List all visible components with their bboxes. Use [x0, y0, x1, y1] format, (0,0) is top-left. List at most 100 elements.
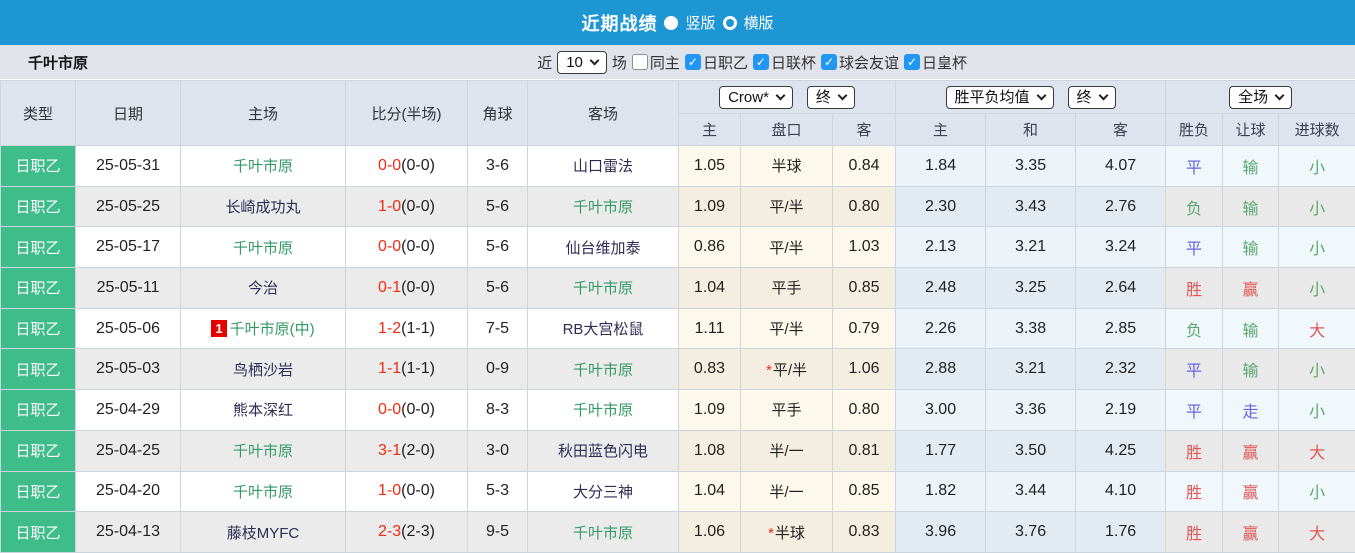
handicap-line-text: 平手 — [771, 402, 801, 419]
league-label-league-cup[interactable]: 日联杯 — [771, 52, 816, 73]
home-team-name[interactable]: 今治 — [248, 280, 278, 297]
landscape-radio[interactable] — [723, 16, 737, 30]
odds-stage-select[interactable]: 终 — [1068, 86, 1116, 109]
match-row: 日职乙25-04-13藤枝MYFC2-3(2-3)9-5千叶市原1.06*半球0… — [1, 512, 1355, 553]
home-team-cell: 千叶市原 — [181, 227, 346, 268]
handicap-away-odds-cell: 1.03 — [833, 227, 896, 268]
league-checkbox-league-cup[interactable] — [753, 54, 769, 70]
league-filter-friendly[interactable]: 球会友谊 — [821, 52, 899, 73]
avg-away-odds-cell: 2.32 — [1076, 349, 1166, 390]
date-cell: 25-05-06 — [76, 308, 181, 349]
portrait-radio[interactable] — [664, 16, 678, 30]
odds-type-select[interactable]: 胜平负均值 — [946, 86, 1054, 109]
goals-result-cell: 小 — [1279, 349, 1355, 390]
league-checkbox-friendly[interactable] — [821, 54, 837, 70]
score-full: 1-1 — [378, 360, 401, 377]
corners-cell: 5-6 — [468, 268, 528, 309]
score-full: 1-0 — [378, 198, 401, 215]
date-cell: 25-05-17 — [76, 227, 181, 268]
away-team-name[interactable]: 秋田蓝色闪电 — [558, 443, 648, 460]
handicap-away-odds-cell: 0.85 — [833, 471, 896, 512]
avg-draw-odds-cell: 3.50 — [986, 430, 1076, 471]
away-team-name[interactable]: 仙台维加泰 — [565, 240, 640, 257]
scope-select[interactable]: 全场 — [1229, 86, 1292, 109]
scope-header-group: 全场 — [1166, 81, 1355, 114]
away-team-name[interactable]: 千叶市原 — [573, 402, 633, 419]
handicap-line-cell: *平/半 — [741, 349, 833, 390]
portrait-radio-label[interactable]: 竖版 — [685, 12, 715, 33]
score-cell: 3-1(2-0) — [346, 430, 468, 471]
league-checkbox-emperor-cup[interactable] — [904, 54, 920, 70]
league-type-cell: 日职乙 — [1, 512, 76, 553]
avg-draw-odds-cell: 3.43 — [986, 186, 1076, 227]
handicap-away-odds-cell: 0.79 — [833, 308, 896, 349]
match-row: 日职乙25-05-11今治0-1(0-0)5-6千叶市原1.04平手0.852.… — [1, 268, 1355, 309]
corners-cell: 5-6 — [468, 227, 528, 268]
avg-away-odds-cell: 2.19 — [1076, 390, 1166, 431]
away-team-name[interactable]: 千叶市原 — [573, 199, 633, 216]
avg-home-odds-cell: 1.84 — [896, 146, 986, 187]
handicap-company-select[interactable]: Crow* — [719, 86, 793, 109]
home-team-name[interactable]: 熊本深红 — [233, 402, 293, 419]
away-team-name[interactable]: 千叶市原 — [573, 525, 633, 542]
header-date: 日期 — [76, 81, 181, 146]
away-team-cell: 千叶市原 — [528, 512, 679, 553]
avg-draw-odds-cell: 3.76 — [986, 512, 1076, 553]
same-home-label[interactable]: 同主 — [650, 52, 680, 73]
away-team-name[interactable]: 千叶市原 — [573, 362, 633, 379]
landscape-radio-label[interactable]: 横版 — [744, 12, 774, 33]
league-filter-emperor-cup[interactable]: 日皇杯 — [904, 52, 967, 73]
score-half: (0-0) — [401, 198, 435, 215]
away-team-name[interactable]: 大分三神 — [573, 484, 633, 501]
handicap-line-cell: 半/一 — [741, 430, 833, 471]
handicap-line-text: 平/半 — [769, 240, 803, 257]
chevron-down-icon — [1275, 90, 1285, 100]
score-half: (0-0) — [401, 401, 435, 418]
home-team-name[interactable]: 长崎成功丸 — [225, 199, 300, 216]
goals-result-cell: 小 — [1279, 268, 1355, 309]
home-team-name[interactable]: 千叶市原 — [233, 240, 293, 257]
home-team-name[interactable]: 千叶市原 — [233, 484, 293, 501]
score-cell: 0-0(0-0) — [346, 146, 468, 187]
home-team-cell: 藤枝MYFC — [181, 512, 346, 553]
subheader-handicap-line: 盘口 — [741, 114, 833, 146]
header-type: 类型 — [1, 81, 76, 146]
avg-away-odds-cell: 1.76 — [1076, 512, 1166, 553]
avg-draw-odds-cell: 3.21 — [986, 349, 1076, 390]
away-team-name[interactable]: 千叶市原 — [573, 280, 633, 297]
home-team-name[interactable]: 藤枝MYFC — [227, 525, 300, 542]
score-cell: 0-0(0-0) — [346, 390, 468, 431]
away-team-name[interactable]: 山口雷法 — [573, 158, 633, 175]
same-home-filter[interactable]: 同主 — [632, 52, 680, 73]
spread-result-cell: 赢 — [1223, 471, 1279, 512]
league-type-cell: 日职乙 — [1, 471, 76, 512]
league-filter-j2[interactable]: 日职乙 — [685, 52, 748, 73]
avg-away-odds-cell: 2.76 — [1076, 186, 1166, 227]
match-row: 日职乙25-04-20千叶市原1-0(0-0)5-3大分三神1.04半/一0.8… — [1, 471, 1355, 512]
odds-type-value: 胜平负均值 — [955, 90, 1030, 105]
league-label-j2[interactable]: 日职乙 — [703, 52, 748, 73]
home-team-name[interactable]: 千叶市原(中) — [230, 321, 315, 338]
home-team-name[interactable]: 鸟栖沙岩 — [233, 362, 293, 379]
avg-home-odds-cell: 1.82 — [896, 471, 986, 512]
league-type-cell: 日职乙 — [1, 308, 76, 349]
same-home-checkbox[interactable] — [632, 54, 648, 70]
home-team-name[interactable]: 千叶市原 — [233, 443, 293, 460]
handicap-away-odds-cell: 0.84 — [833, 146, 896, 187]
score-full: 0-0 — [378, 157, 401, 174]
spread-result-cell: 输 — [1223, 186, 1279, 227]
handicap-line-cell: *半球 — [741, 512, 833, 553]
league-label-emperor-cup[interactable]: 日皇杯 — [922, 52, 967, 73]
home-team-name[interactable]: 千叶市原 — [233, 158, 293, 175]
corners-cell: 9-5 — [468, 512, 528, 553]
league-checkbox-j2[interactable] — [685, 54, 701, 70]
date-cell: 25-04-29 — [76, 390, 181, 431]
handicap-stage-select[interactable]: 终 — [807, 86, 855, 109]
league-filter-league-cup[interactable]: 日联杯 — [753, 52, 816, 73]
away-team-cell: 秋田蓝色闪电 — [528, 430, 679, 471]
handicap-company-value: Crow* — [728, 90, 769, 105]
score-cell: 1-1(1-1) — [346, 349, 468, 390]
away-team-name[interactable]: RB大宫松鼠 — [563, 321, 644, 338]
match-count-select[interactable]: 10 — [557, 51, 607, 74]
league-label-friendly[interactable]: 球会友谊 — [839, 52, 899, 73]
